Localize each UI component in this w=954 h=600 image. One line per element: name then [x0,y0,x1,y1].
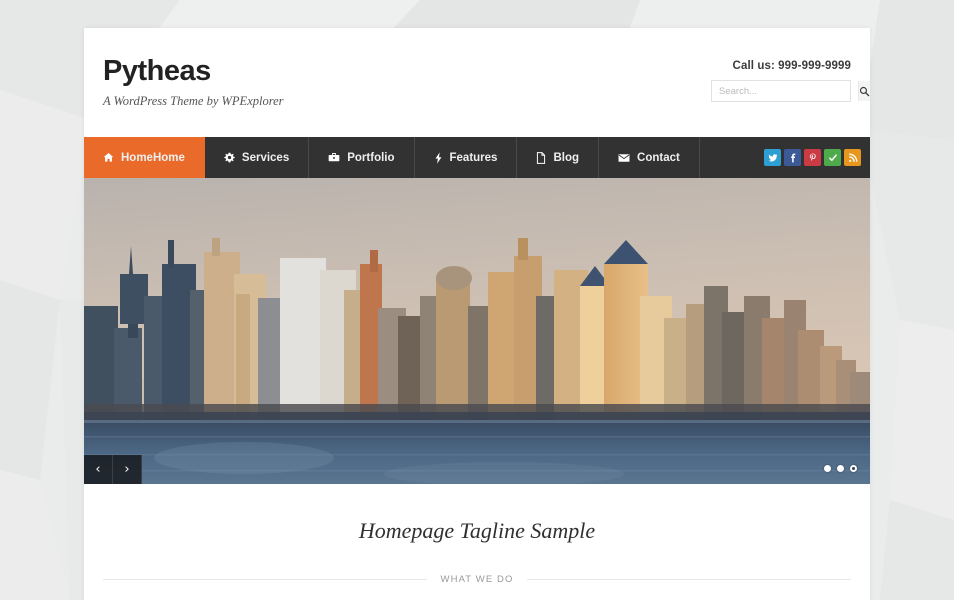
social-rss-button[interactable] [844,149,861,166]
social-twitter-button[interactable] [764,149,781,166]
home-icon [103,152,114,163]
slider-dots [824,465,857,472]
nav-item-features[interactable]: Features [415,137,518,178]
nav-item-label: HomeHome [121,151,185,164]
social-facebook-button[interactable] [784,149,801,166]
main-navigation: HomeHome Services Portfolio Features Blo… [84,137,870,178]
nav-item-portfolio[interactable]: Portfolio [309,137,415,178]
search-icon [859,86,870,96]
slider-dot[interactable] [837,465,844,472]
section-heading: WHAT WE DO [103,574,852,585]
nav-item-label: Features [449,151,498,164]
slider-dot[interactable] [824,465,831,472]
divider-rule-right [527,579,852,580]
brand[interactable]: Pytheas A WordPress Theme by WPExplorer [103,57,284,109]
envelope-icon [618,153,630,163]
nav-item-label: Portfolio [347,151,395,164]
file-icon [536,151,546,164]
site-tagline: A WordPress Theme by WPExplorer [103,94,284,108]
slider-image [84,178,870,484]
twitter-icon [768,153,777,161]
search-input[interactable] [712,81,858,101]
homepage-tagline: Homepage Tagline Sample [358,518,596,543]
social-vine-button[interactable] [824,149,841,166]
slider-dot-active[interactable] [850,465,857,472]
features-list: Responsive Advanced Options [103,585,851,600]
facebook-icon [790,153,795,162]
call-us-text: Call us: 999-999-9999 [732,60,851,72]
nav-item-label: Contact [637,151,680,164]
site-header: Pytheas A WordPress Theme by WPExplorer … [84,28,870,137]
social-links [764,137,870,178]
site-title: Pytheas [103,55,211,87]
search-bar[interactable] [711,80,870,102]
slider-next-button[interactable]: › [113,455,142,484]
bolt-icon [434,151,443,164]
nav-item-blog[interactable]: Blog [517,137,600,178]
slider-prev-button[interactable]: ‹ [84,455,113,484]
check-icon [828,153,837,161]
nav-item-contact[interactable]: Contact [599,137,700,178]
search-button[interactable] [858,81,870,101]
slider-arrows: ‹ › [84,455,142,484]
nav-item-label: Blog [553,151,580,164]
briefcase-icon [328,152,340,163]
nav-item-label: Services [241,151,290,164]
hero-slider[interactable]: ‹ › [84,178,870,484]
section-heading-label: WHAT WE DO [440,574,514,585]
divider-rule-left [103,579,427,580]
social-pinterest-button[interactable] [804,149,821,166]
gear-icon [224,152,235,163]
rss-icon [848,153,857,162]
main-content: Homepage Tagline Sample WHAT WE DO Respo… [84,484,870,600]
pinterest-icon [809,153,816,161]
nav-item-services[interactable]: Services [205,137,310,178]
nav-item-home[interactable]: HomeHome [84,137,205,178]
site-container: Pytheas A WordPress Theme by WPExplorer … [84,28,870,600]
header-right: Call us: 999-999-9999 [711,60,870,102]
